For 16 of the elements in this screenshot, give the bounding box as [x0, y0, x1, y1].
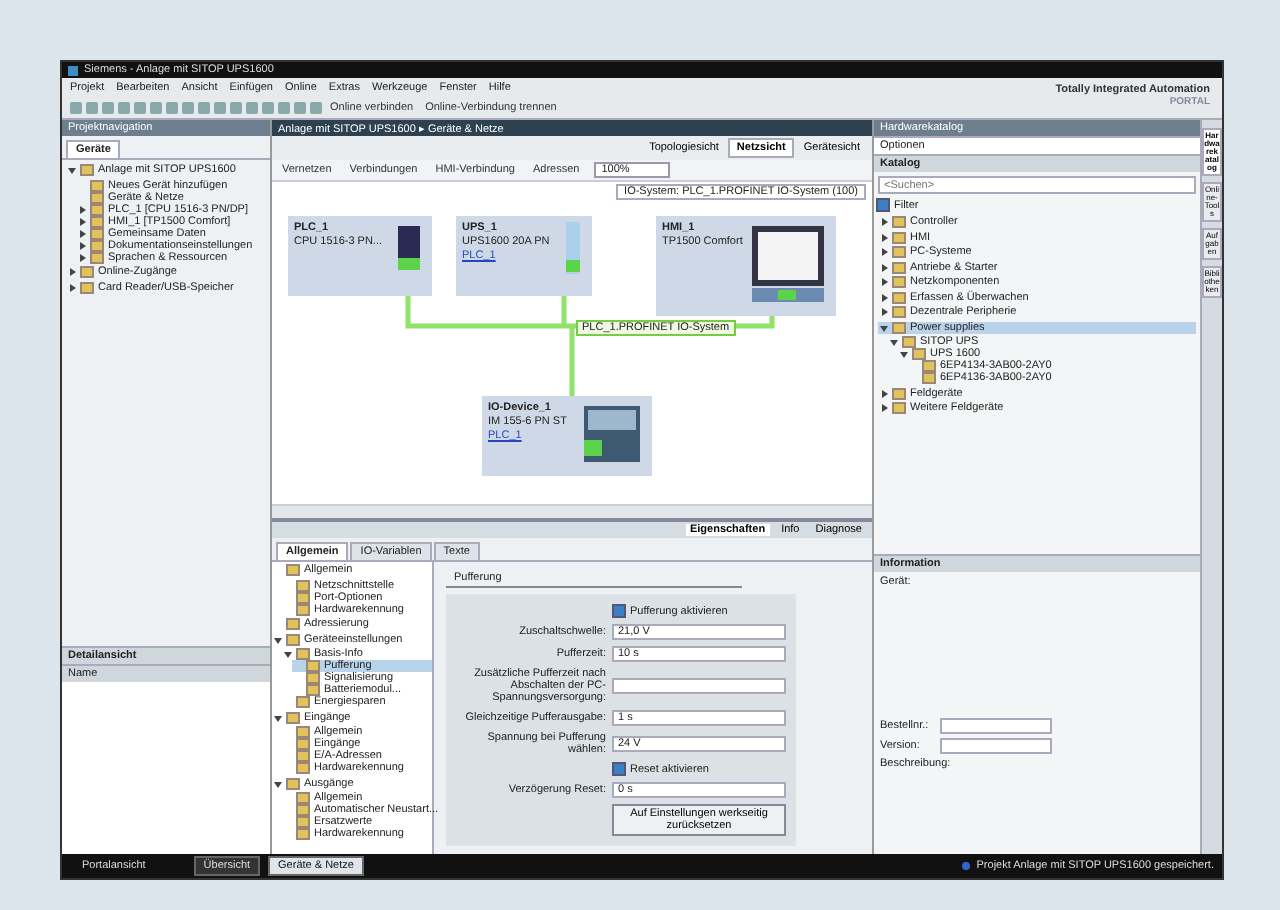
power-module-icon [566, 222, 580, 274]
expanded-arrow-icon[interactable] [68, 166, 76, 174]
horizontal-scrollbar[interactable] [272, 504, 872, 518]
io-rack-icon [584, 406, 640, 462]
input-field[interactable] [612, 678, 786, 694]
plc-module-icon [398, 226, 420, 270]
touch-panel-icon [752, 226, 824, 302]
expanded-arrow-icon[interactable] [274, 713, 282, 721]
info-field [940, 738, 1052, 754]
expanded-arrow-icon[interactable] [274, 779, 282, 787]
checkbox[interactable] [612, 604, 626, 618]
app-logo-icon [68, 65, 78, 75]
checkbox[interactable] [876, 198, 890, 212]
info-field [940, 718, 1052, 734]
checkbox[interactable] [612, 762, 626, 776]
status-icon [962, 862, 971, 870]
